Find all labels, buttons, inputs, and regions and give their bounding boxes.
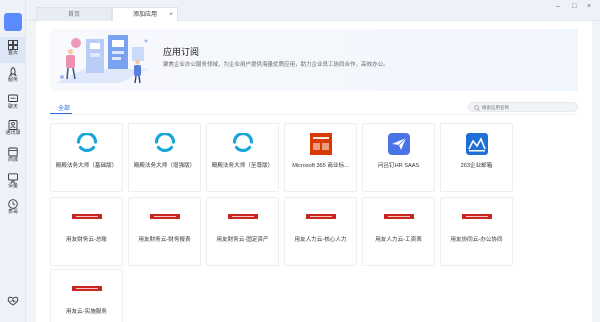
yonyou-icon: [71, 214, 102, 219]
sidebar-item-label: 通讯录: [5, 130, 21, 136]
fadada-icon: [76, 133, 97, 153]
category-tab-all[interactable]: 全部: [58, 103, 70, 112]
banner-description: 聚焦企业办公服务领域，为企业用户提供海量优质应用，助力企业员工协同合作，高效办公…: [163, 62, 389, 68]
sidebar-item-service[interactable]: 服务: [0, 64, 26, 90]
sidebar-item-home[interactable]: 首页: [0, 37, 26, 63]
rocket-icon: [9, 67, 17, 77]
tab-close-icon[interactable]: ×: [169, 8, 173, 22]
app-card[interactable]: 用友协同云-办公协同: [440, 197, 513, 266]
sidebar-item-chat[interactable]: 聊天: [0, 91, 26, 117]
chat-icon: [8, 94, 18, 102]
yonyou-icon: [71, 286, 102, 291]
fadada-icon: [154, 133, 175, 153]
app-name: 问吕钉HR SAAS: [377, 163, 420, 169]
sidebar-item-label: 表哥: [7, 209, 18, 215]
yonyou-icon: [149, 214, 180, 219]
app-logo[interactable]: [4, 13, 22, 31]
app-name: 用友财务云-固定资产: [216, 237, 269, 243]
app-card[interactable]: 用友财务云-固定资产: [206, 197, 279, 266]
tab-home[interactable]: 首页: [36, 7, 112, 21]
search-input[interactable]: [482, 103, 574, 111]
clock-icon: [8, 199, 18, 209]
main-panel: 应用订阅 聚焦企业办公服务领域，为企业用户提供海量优质应用，助力企业员工协同合作…: [36, 21, 592, 322]
app-name: 用友财务云-总账: [65, 237, 108, 243]
page-title: 应用订阅: [163, 47, 200, 57]
tab-label: 首页: [67, 12, 80, 18]
minimize-icon[interactable]: –: [556, 2, 560, 12]
app-card[interactable]: 用友财务云-总账: [50, 197, 123, 266]
store-icon: [8, 147, 18, 157]
tab-strip: 首页 添加应用 × – □ ×: [26, 0, 600, 21]
app-card[interactable]: 用友云-实施服务: [50, 269, 123, 322]
app-card[interactable]: 殿殿法务大师（增强版）: [128, 123, 201, 192]
yonyou-icon: [461, 214, 492, 219]
app-name: 用友协同云-办公协同: [450, 237, 503, 243]
sidebar-item-label: 首页: [7, 50, 18, 56]
tab-add-app[interactable]: 添加应用 ×: [112, 7, 178, 21]
app-card[interactable]: Microsoft 365 商业标...: [284, 123, 357, 192]
sidebar-item-device[interactable]: 设备: [0, 170, 26, 196]
app-name: 殿殿法务大师（增强版）: [133, 163, 196, 169]
sidebar-item-label: 设备: [7, 183, 18, 189]
sidebar-item-label: 商城: [7, 157, 18, 163]
app-card[interactable]: 殿殿法务大师（基础版）: [50, 123, 123, 192]
app-card[interactable]: 用友人力云-工资表: [362, 197, 435, 266]
sidebar-item-contacts[interactable]: 通讯录: [0, 117, 26, 143]
banner: 应用订阅 聚焦企业办公服务领域，为企业用户提供海量优质应用，助力企业员工协同合作…: [50, 29, 578, 91]
sidebar-item-label: 服务: [7, 77, 18, 83]
app-name: 用友财务云-财务报表: [138, 237, 191, 243]
sidebar-item-clock[interactable]: 表哥: [0, 196, 26, 222]
app-name: 263企业邮箱: [460, 163, 493, 169]
mail263-icon: [465, 133, 488, 155]
app-name: 殿殿法务大师（基础版）: [55, 163, 118, 169]
sidebar: 首页 服务 聊天 通讯录 商城 设备 表哥: [0, 0, 26, 322]
banner-illustration-icon: [56, 35, 148, 84]
paper-plane-icon: [387, 133, 410, 155]
contacts-icon: [8, 120, 18, 130]
app-card[interactable]: 用友人力云-核心人力: [284, 197, 357, 266]
close-window-icon[interactable]: ×: [587, 2, 591, 12]
yonyou-icon: [227, 214, 258, 219]
app-name: 用友人力云-工资表: [375, 237, 422, 243]
divider: [50, 114, 578, 115]
app-card[interactable]: 殿殿法务大师（至尊版）: [206, 123, 279, 192]
search-box[interactable]: [468, 102, 578, 112]
sidebar-item-store[interactable]: 商城: [0, 144, 26, 170]
yonyou-icon: [383, 214, 414, 219]
app-name: 用友人力云-核心人力: [294, 237, 347, 243]
monitor-icon: [8, 173, 18, 183]
heart-icon[interactable]: [7, 296, 19, 306]
yonyou-icon: [305, 214, 336, 219]
maximize-icon[interactable]: □: [572, 2, 576, 12]
app-card[interactable]: 用友财务云-财务报表: [128, 197, 201, 266]
sidebar-item-label: 聊天: [7, 104, 18, 110]
search-icon: [474, 105, 480, 111]
app-card[interactable]: 问吕钉HR SAAS: [362, 123, 435, 192]
microsoft-icon: [309, 133, 332, 155]
app-name: 殿殿法务大师（至尊版）: [211, 163, 274, 169]
app-name: Microsoft 365 商业标...: [292, 163, 349, 169]
app-name: 用友云-实施服务: [65, 309, 108, 315]
fadada-icon: [232, 133, 253, 153]
app-card[interactable]: 263企业邮箱: [440, 123, 513, 192]
home-grid-icon: [8, 40, 18, 50]
tab-label: 添加应用: [132, 12, 157, 18]
